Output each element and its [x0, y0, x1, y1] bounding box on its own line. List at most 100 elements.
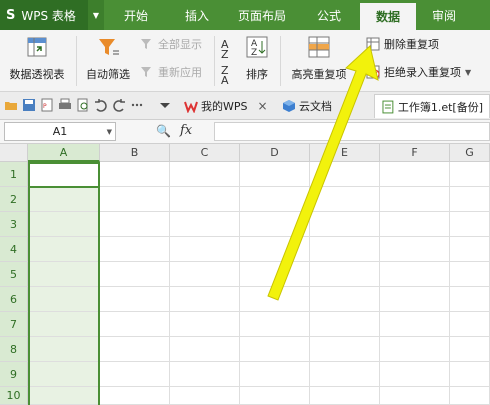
cell[interactable] [240, 262, 310, 287]
save-icon[interactable] [22, 98, 36, 112]
cell[interactable] [100, 237, 170, 262]
cell[interactable] [310, 187, 380, 212]
doc-tab-my-wps[interactable]: 我的WPS × [178, 94, 274, 118]
cell[interactable] [380, 212, 450, 237]
cell[interactable] [170, 337, 240, 362]
cell[interactable] [170, 237, 240, 262]
row-header-9[interactable]: 9 [0, 362, 28, 387]
cell[interactable] [170, 362, 240, 387]
cell[interactable] [380, 362, 450, 387]
cell[interactable] [28, 287, 100, 312]
more-icon[interactable] [130, 98, 144, 112]
cell[interactable] [450, 237, 490, 262]
row-header-2[interactable]: 2 [0, 187, 28, 212]
cell[interactable] [310, 337, 380, 362]
row-header-3[interactable]: 3 [0, 212, 28, 237]
cell[interactable] [28, 212, 100, 237]
column-header-g[interactable]: G [450, 144, 490, 162]
pivot-table-button[interactable]: 数据透视表 [4, 34, 70, 82]
cell[interactable] [100, 362, 170, 387]
column-header-b[interactable]: B [100, 144, 170, 162]
cell[interactable] [310, 312, 380, 337]
print-icon[interactable] [58, 98, 72, 112]
column-header-a[interactable]: A [28, 144, 100, 162]
cell[interactable] [240, 362, 310, 387]
cell[interactable] [28, 237, 100, 262]
cell[interactable] [100, 262, 170, 287]
remove-duplicates-button[interactable]: 删除重复项 [366, 36, 439, 52]
cell[interactable] [450, 212, 490, 237]
row-header-4[interactable]: 4 [0, 237, 28, 262]
sort-button[interactable]: A Z 排序 [240, 34, 274, 82]
cell[interactable] [380, 262, 450, 287]
cell[interactable] [380, 187, 450, 212]
app-menu-button[interactable]: S WPS 表格 ▼ [0, 0, 104, 30]
tab-review[interactable]: 审阅 [416, 0, 472, 30]
cell[interactable] [240, 312, 310, 337]
doc-tab-workbook[interactable]: 工作簿1.et[备份] [374, 94, 490, 118]
cell[interactable] [450, 387, 490, 405]
cell[interactable] [310, 212, 380, 237]
name-box-dropdown-icon[interactable]: ▼ [107, 128, 112, 136]
cell[interactable] [170, 287, 240, 312]
reject-duplicates-dropdown-icon[interactable]: ▼ [465, 68, 471, 77]
tab-insert[interactable]: 插入 [168, 0, 226, 30]
tab-page-layout[interactable]: 页面布局 [226, 0, 298, 30]
row-header-10[interactable]: 10 [0, 387, 28, 405]
cell[interactable] [100, 387, 170, 405]
close-icon[interactable]: × [342, 99, 352, 113]
formula-input[interactable] [214, 122, 490, 141]
cell[interactable] [28, 187, 100, 212]
reapply-button[interactable]: 重新应用 [140, 64, 202, 80]
column-header-d[interactable]: D [240, 144, 310, 162]
cell[interactable] [100, 287, 170, 312]
cell[interactable] [240, 337, 310, 362]
active-cell-a1[interactable] [28, 162, 100, 188]
cell[interactable] [380, 237, 450, 262]
tab-data[interactable]: 数据 [360, 0, 416, 30]
cell[interactable] [310, 287, 380, 312]
cell[interactable] [450, 262, 490, 287]
cell[interactable] [28, 387, 100, 405]
cell[interactable] [380, 312, 450, 337]
zoom-icon[interactable]: 🔍 [156, 124, 171, 138]
name-box[interactable]: A1 ▼ [4, 122, 116, 141]
fx-icon[interactable]: fx [180, 123, 192, 138]
cell[interactable] [310, 237, 380, 262]
tab-formulas[interactable]: 公式 [298, 0, 360, 30]
spreadsheet-grid[interactable]: A B C D E F G 1 2 3 4 5 6 7 8 9 10 [0, 144, 490, 405]
column-header-c[interactable]: C [170, 144, 240, 162]
cell[interactable] [450, 312, 490, 337]
undo-icon[interactable] [94, 98, 108, 112]
cell[interactable] [310, 262, 380, 287]
show-all-button[interactable]: 全部显示 [140, 36, 202, 52]
reject-duplicates-button[interactable]: 拒绝录入重复项 ▼ [366, 64, 471, 80]
cell[interactable] [450, 162, 490, 187]
cell[interactable] [170, 187, 240, 212]
cell[interactable] [380, 337, 450, 362]
cell[interactable] [380, 287, 450, 312]
cell[interactable] [28, 337, 100, 362]
cell[interactable] [100, 212, 170, 237]
cell[interactable] [450, 187, 490, 212]
column-header-e[interactable]: E [310, 144, 380, 162]
select-all-corner[interactable] [0, 144, 28, 162]
cell[interactable] [100, 187, 170, 212]
row-header-8[interactable]: 8 [0, 337, 28, 362]
sort-ascending-descending-icon[interactable]: A Z Z A [220, 34, 236, 84]
tab-home[interactable]: 开始 [104, 0, 168, 30]
auto-filter-button[interactable]: 自动筛选 [80, 34, 136, 82]
export-pdf-icon[interactable]: P [40, 98, 54, 112]
cell[interactable] [450, 337, 490, 362]
print-preview-icon[interactable] [76, 98, 90, 112]
app-dropdown-icon[interactable]: ▼ [88, 0, 104, 30]
cell[interactable] [310, 387, 380, 405]
column-header-f[interactable]: F [380, 144, 450, 162]
cell[interactable] [28, 312, 100, 337]
cell[interactable] [170, 162, 240, 187]
open-folder-icon[interactable] [4, 98, 18, 112]
cell[interactable] [450, 287, 490, 312]
cell[interactable] [100, 162, 170, 187]
row-header-6[interactable]: 6 [0, 287, 28, 312]
row-header-7[interactable]: 7 [0, 312, 28, 337]
